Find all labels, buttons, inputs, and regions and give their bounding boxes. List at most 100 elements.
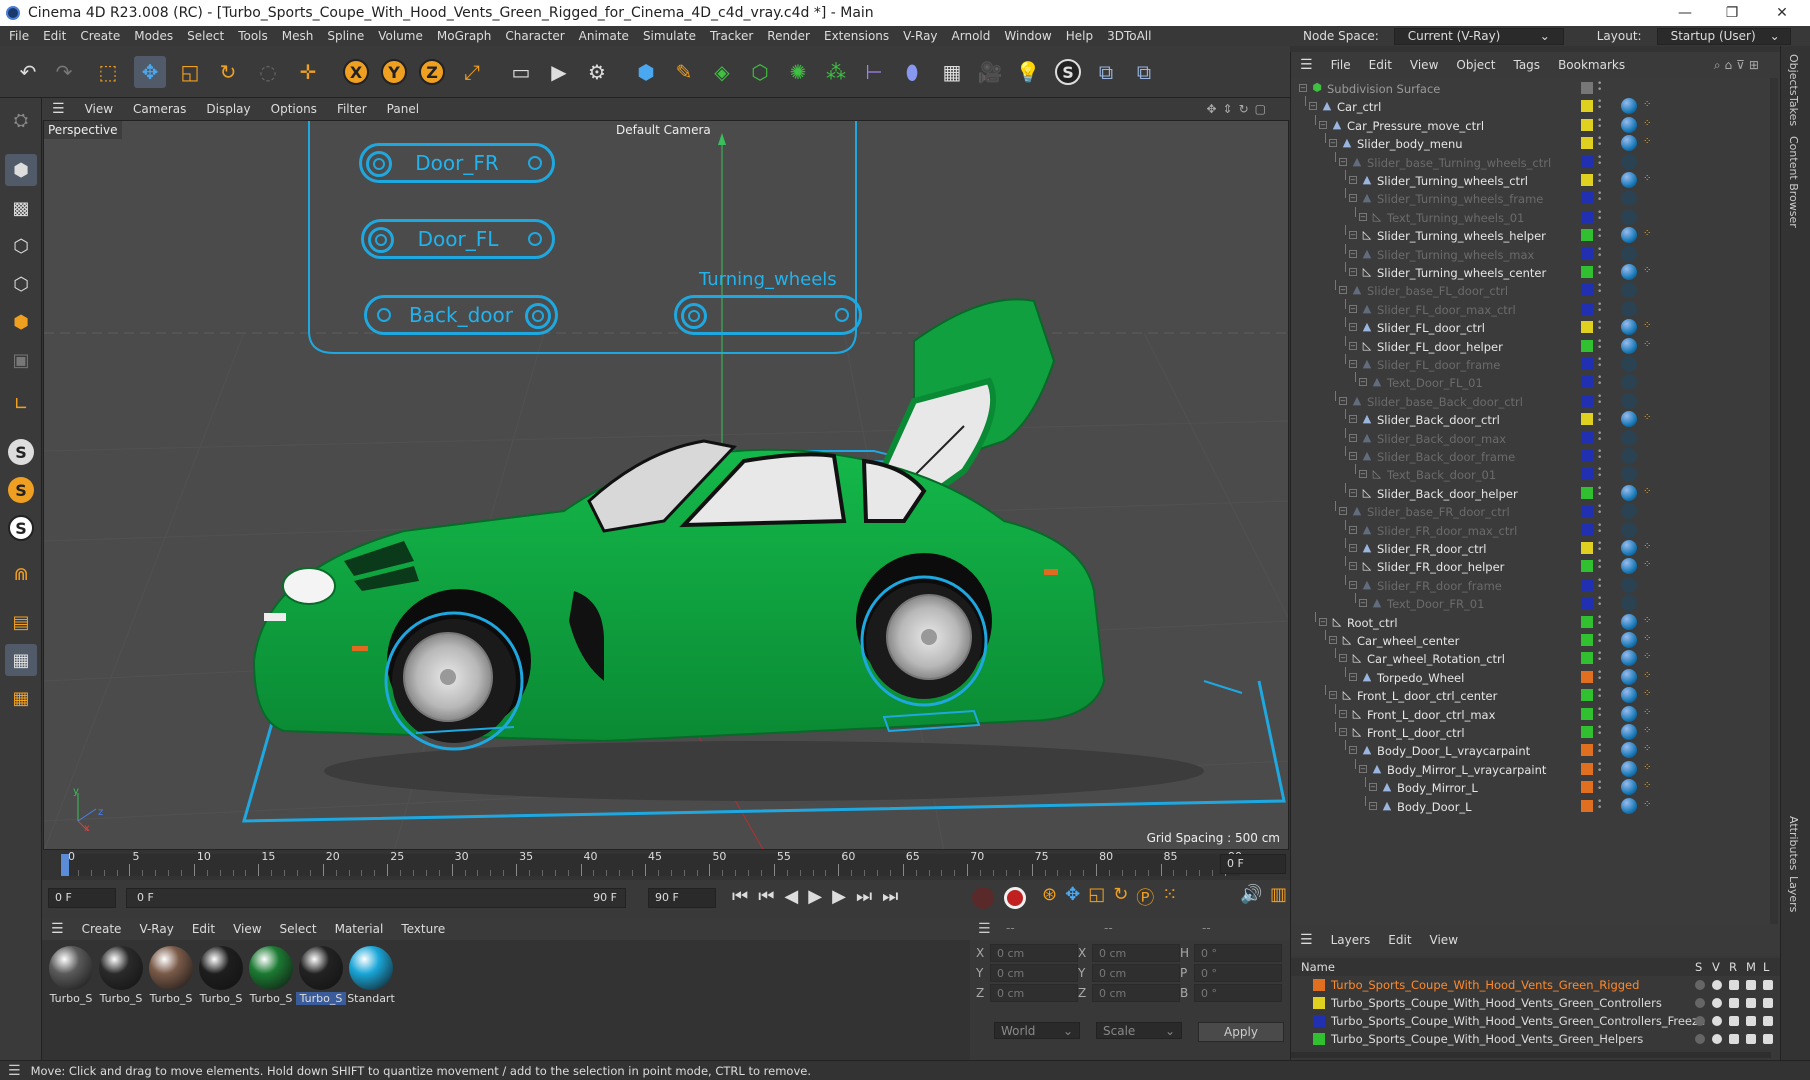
layer-color-swatch[interactable]	[1581, 707, 1593, 720]
object-menu-view[interactable]: View	[1401, 58, 1447, 72]
xpresso-tag-icon[interactable]: ⁘	[1643, 781, 1653, 791]
uv-mode-icon[interactable]: ▣	[5, 344, 37, 376]
material-tag-icon[interactable]	[1621, 429, 1637, 446]
render-settings-icon[interactable]: ⚙	[581, 56, 613, 88]
viewport-menu-options[interactable]: Options	[261, 102, 327, 116]
snap-settings-icon[interactable]: S	[5, 474, 37, 506]
hamburger-icon[interactable]: ☰	[42, 101, 75, 117]
layer-color-swatch[interactable]	[1581, 615, 1593, 628]
layer-color-swatch[interactable]	[1581, 799, 1593, 812]
xpresso-tag-icon[interactable]: ⁘	[1643, 689, 1653, 699]
visibility-dots-icon[interactable]: • •	[1597, 411, 1602, 426]
end-frame-field[interactable]: 90 F	[648, 888, 716, 908]
layer-color-swatch[interactable]	[1581, 394, 1593, 407]
xpresso-tag-icon[interactable]: ⁘	[1643, 486, 1653, 497]
expand-icon[interactable]: −	[1349, 544, 1357, 552]
viewport-menu-filter[interactable]: Filter	[327, 102, 377, 116]
material-tag-icon[interactable]	[1621, 632, 1637, 648]
object-name[interactable]: Body_Door_L_vraycarpaint	[1377, 744, 1530, 758]
material-tag-icon[interactable]	[1621, 319, 1637, 336]
node-space-dropdown[interactable]: Current (V-Ray) ⌄	[1393, 27, 1564, 45]
xpresso-tag-icon[interactable]: ⁘	[1643, 652, 1653, 662]
y-axis-icon[interactable]: Y	[378, 56, 410, 88]
object-name[interactable]: Slider_FL_door_ctrl	[1377, 321, 1485, 335]
material-tag-icon[interactable]	[1621, 503, 1637, 520]
object-name[interactable]: Slider_base_Back_door_ctrl	[1367, 395, 1523, 409]
expand-icon[interactable]: −	[1349, 525, 1357, 534]
layer-color-swatch[interactable]	[1581, 486, 1593, 499]
next-frame-icon[interactable]: ▶	[832, 886, 846, 907]
material-swatch[interactable]: Turbo_S	[46, 946, 96, 1005]
material-swatch[interactable]: Turbo_S	[96, 946, 146, 1005]
layer-color-swatch[interactable]	[1581, 266, 1593, 278]
layer-color-swatch[interactable]	[1581, 339, 1593, 352]
expand-icon[interactable]: −	[1369, 783, 1377, 792]
layer-color-swatch[interactable]	[1581, 210, 1593, 223]
layer-color-swatch[interactable]	[1581, 450, 1593, 462]
expand-icon[interactable]: −	[1349, 304, 1357, 313]
visibility-dots-icon[interactable]: • •	[1597, 227, 1602, 242]
material-tag-icon[interactable]	[1621, 687, 1637, 704]
texture-mode-icon[interactable]: ▩	[5, 192, 37, 224]
expand-icon[interactable]: −	[1329, 636, 1337, 644]
last-tool-icon[interactable]: ◌	[252, 56, 284, 88]
expand-icon[interactable]: −	[1349, 746, 1357, 755]
menu-help[interactable]: Help	[1059, 29, 1100, 43]
hamburger-icon[interactable]: ☰	[978, 921, 991, 937]
rotate-tool-icon[interactable]: ↻	[212, 56, 244, 88]
object-name[interactable]: Slider_FL_door_frame	[1377, 358, 1500, 372]
coord-input[interactable]: 0 cm	[1092, 944, 1180, 962]
object-scrollbar[interactable]	[1770, 78, 1778, 924]
material-tag-icon[interactable]	[1621, 300, 1637, 317]
xpresso-tag-icon[interactable]: ⁘	[1643, 744, 1653, 754]
material-tag-icon[interactable]	[1621, 576, 1637, 593]
menu-character[interactable]: Character	[498, 29, 571, 43]
layer-render-icon[interactable]	[1729, 1016, 1739, 1026]
material-menu-edit[interactable]: Edit	[183, 922, 224, 936]
expand-icon[interactable]: −	[1349, 562, 1357, 571]
layer-color-swatch[interactable]	[1581, 781, 1593, 794]
layer-solo-icon[interactable]	[1695, 980, 1705, 990]
material-tag-icon[interactable]	[1621, 392, 1637, 409]
material-tag-icon[interactable]	[1621, 724, 1637, 740]
expand-icon[interactable]: −	[1339, 507, 1347, 516]
visibility-dots-icon[interactable]: • •	[1597, 595, 1602, 610]
material-tag-icon[interactable]	[1621, 190, 1637, 207]
material-tag-icon[interactable]	[1621, 779, 1637, 796]
material-tag-icon[interactable]	[1621, 227, 1637, 244]
material-swatch[interactable]: Turbo_S	[296, 946, 346, 1005]
visibility-dots-icon[interactable]: • •	[1597, 742, 1602, 757]
field-icon[interactable]: ⬮	[896, 56, 928, 88]
object-name[interactable]: Text_Door_FL_01	[1387, 376, 1483, 390]
visibility-dots-icon[interactable]: • •	[1597, 705, 1602, 721]
object-name[interactable]: Slider_base_FR_door_ctrl	[1367, 505, 1510, 519]
object-name[interactable]: Slider_base_Turning_wheels_ctrl	[1367, 156, 1551, 170]
expand-icon[interactable]: −	[1319, 617, 1327, 626]
layer-color-swatch[interactable]	[1313, 979, 1325, 991]
door-fl-knob[interactable]	[368, 227, 394, 253]
xpresso-tag-icon[interactable]: ⁘	[1643, 321, 1653, 331]
layer-color-swatch[interactable]	[1581, 100, 1593, 113]
menu-file[interactable]: File	[2, 29, 36, 43]
side-tab-attributes[interactable]: Attributes	[1787, 816, 1800, 870]
layer-color-swatch[interactable]	[1581, 284, 1593, 297]
coord-input[interactable]: 0 cm	[1092, 964, 1180, 982]
expand-icon[interactable]: −	[1329, 139, 1337, 148]
layout-dropdown[interactable]: Startup (User) ⌄	[1656, 27, 1791, 45]
coord-input[interactable]: 0 °	[1194, 944, 1282, 962]
layer-color-swatch[interactable]	[1581, 744, 1593, 757]
layer-visible-icon[interactable]	[1712, 998, 1722, 1008]
object-name[interactable]: Car_Pressure_move_ctrl	[1347, 119, 1484, 133]
material-tag-icon[interactable]	[1621, 466, 1637, 483]
scale-dropdown[interactable]: Scale ⌄	[1096, 1022, 1182, 1039]
material-tag-icon[interactable]	[1621, 613, 1637, 630]
object-name[interactable]: Slider_Back_door_ctrl	[1377, 413, 1500, 427]
material-tag-icon[interactable]	[1621, 484, 1637, 501]
object-name[interactable]: Slider_body_menu	[1357, 137, 1463, 151]
object-name[interactable]: Body_Mirror_L	[1397, 781, 1478, 795]
layer-color-swatch[interactable]	[1581, 578, 1593, 591]
visibility-dots-icon[interactable]: • •	[1597, 797, 1602, 813]
expand-icon[interactable]: −	[1339, 654, 1347, 663]
visibility-dots-icon[interactable]: • •	[1597, 208, 1602, 224]
side-tab-objects[interactable]: Objects	[1787, 54, 1800, 96]
